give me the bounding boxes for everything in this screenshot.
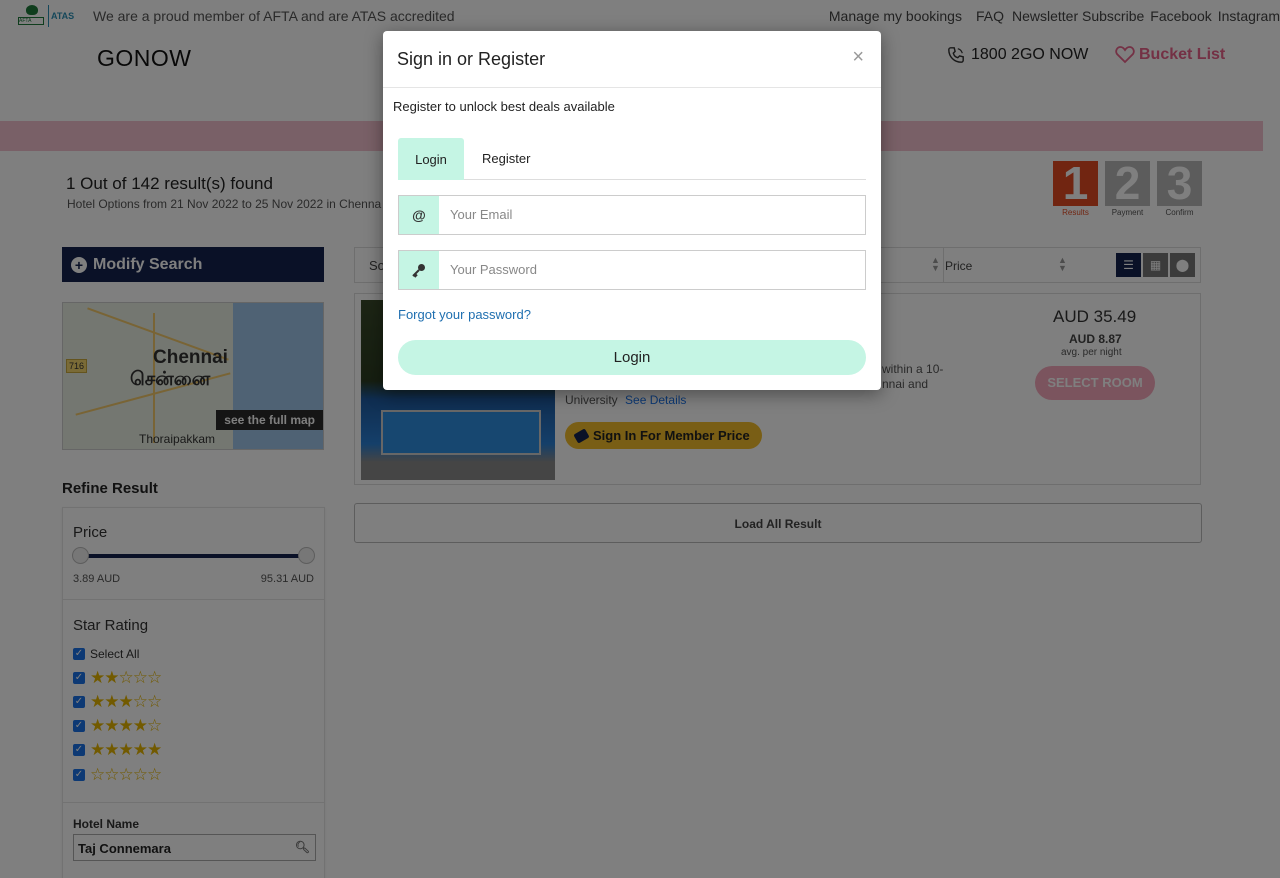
email-field[interactable]: @ Your Email: [398, 195, 866, 235]
modal-subtitle: Register to unlock best deals available: [393, 99, 615, 114]
modal-title: Sign in or Register: [397, 49, 546, 69]
tab-register[interactable]: Register: [482, 138, 530, 180]
login-button[interactable]: Login: [398, 340, 866, 375]
password-field[interactable]: Your Password: [398, 250, 866, 290]
key-icon: [399, 251, 439, 289]
password-input[interactable]: Your Password: [439, 251, 865, 289]
modal-header: Sign in or Register ×: [383, 31, 881, 88]
tab-login[interactable]: Login: [398, 138, 464, 180]
close-icon[interactable]: ×: [852, 46, 864, 69]
email-input[interactable]: Your Email: [439, 196, 865, 234]
sign-in-modal: Sign in or Register × Register to unlock…: [383, 31, 881, 390]
forgot-password-link[interactable]: Forgot your password?: [398, 307, 531, 322]
at-sign-icon: @: [399, 196, 439, 234]
auth-tabs: Login Register: [398, 138, 866, 180]
